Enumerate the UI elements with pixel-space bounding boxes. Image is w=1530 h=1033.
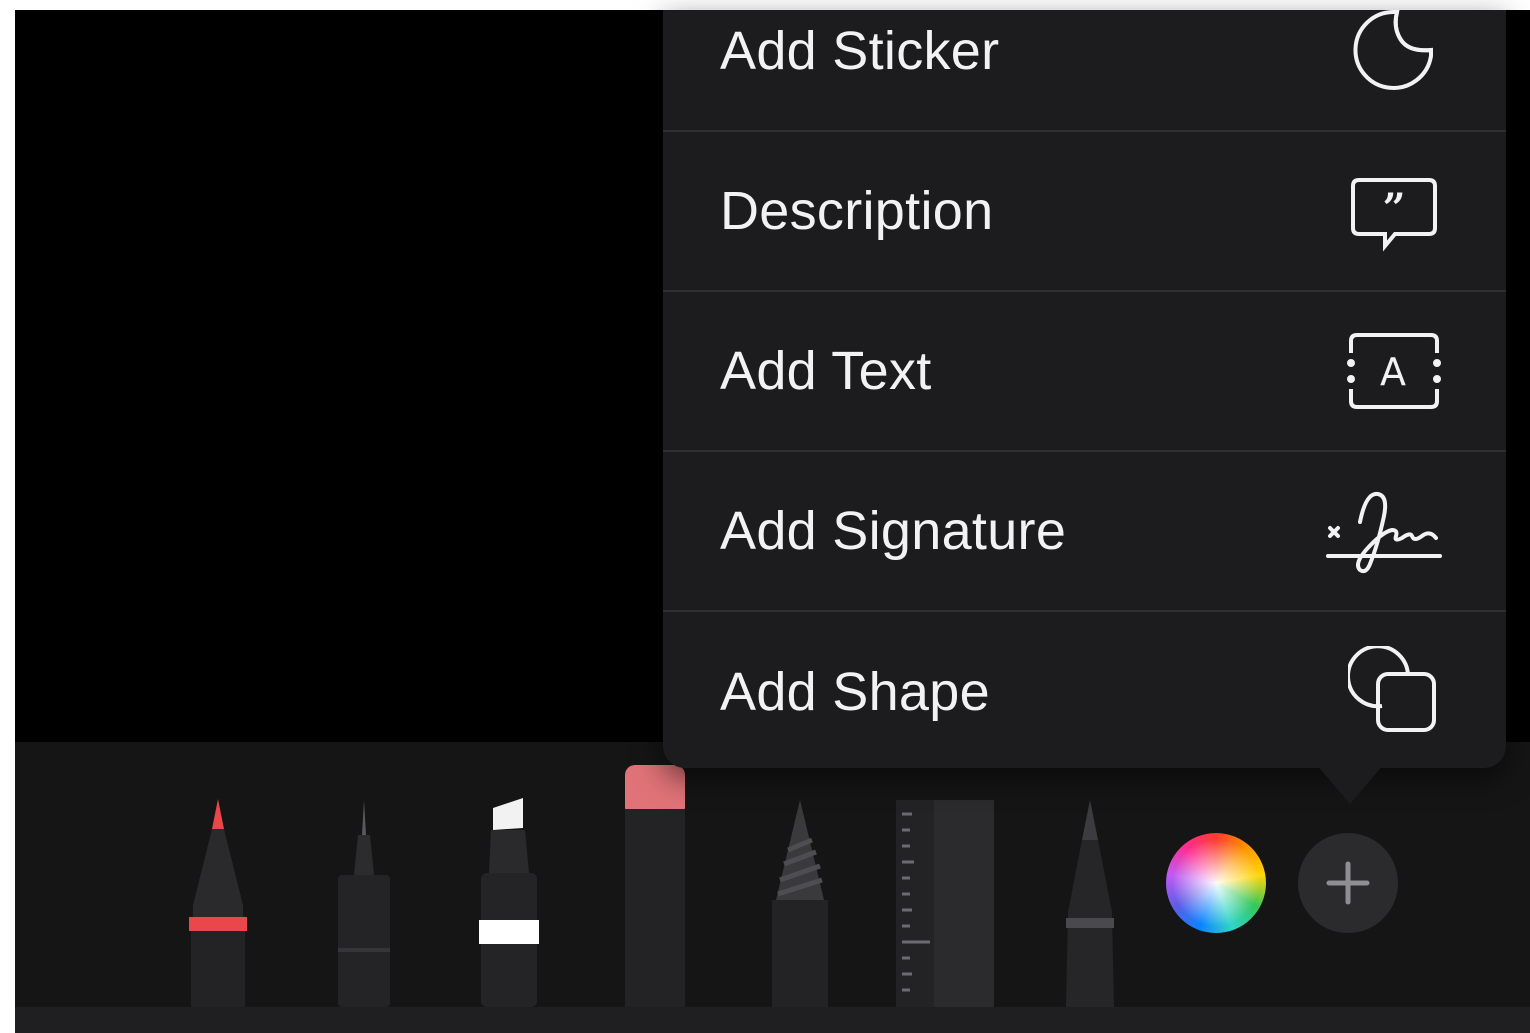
menu-item-add-signature[interactable]: Add Signature [663,452,1506,612]
menu-item-label: Add Text [720,341,932,401]
menu-item-add-text[interactable]: Add Text A [663,292,1506,452]
shapes-icon [1346,644,1442,740]
marker-tool[interactable] [477,798,541,1007]
signature-icon [1326,483,1442,579]
svg-text:”: ” [1382,185,1405,232]
fineliner-tool[interactable] [334,800,394,1007]
menu-item-label: Add Shape [720,662,990,722]
pencil-tool[interactable] [766,800,834,1007]
popover-arrow [1316,764,1384,804]
eraser-tool[interactable] [622,765,688,1007]
sticker-icon [1346,3,1442,99]
quote-bubble-icon: ” [1346,163,1442,259]
menu-item-add-sticker[interactable]: Add Sticker [663,0,1506,132]
bottom-bar [15,1007,1530,1033]
color-wheel-icon[interactable] [1166,833,1266,933]
menu-item-label: Add Sticker [720,21,1000,81]
menu-item-label: Description [720,181,994,241]
ruler-tool[interactable] [896,800,994,1007]
menu-item-label: Add Signature [720,501,1067,561]
text-box-icon: A [1346,323,1442,419]
pen-tool[interactable] [185,795,251,1007]
menu-item-description[interactable]: Description ” [663,132,1506,292]
fountain-pen-tool[interactable] [1060,800,1120,1007]
menu-item-add-shape[interactable]: Add Shape [663,612,1506,772]
add-button[interactable] [1298,833,1398,933]
plus-icon [1326,861,1370,905]
add-menu-popover: Add Sticker Description ” Add Text A Add… [663,10,1506,768]
svg-text:A: A [1380,350,1406,394]
